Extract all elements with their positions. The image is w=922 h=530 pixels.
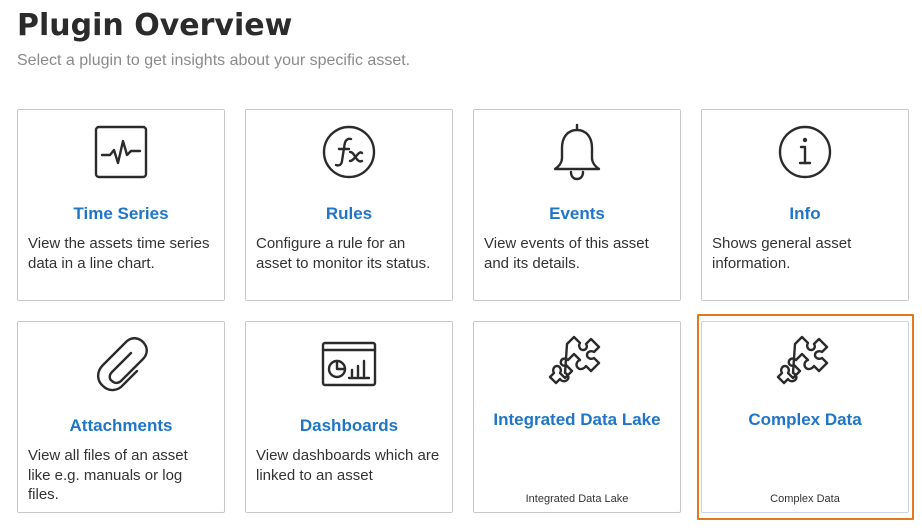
plugin-card-attachments[interactable]: Attachments View all files of an asset l… [17,321,225,513]
plugin-card-dashboards[interactable]: Dashboards View dashboards which are lin… [245,321,453,513]
rules-fx-icon [246,122,452,182]
plugin-card-integrated-data-lake[interactable]: Integrated Data Lake Integrated Data Lak… [473,321,681,513]
page-subtitle: Select a plugin to get insights about yo… [17,52,411,69]
plugin-footer-label: Integrated Data Lake [525,493,629,505]
puzzle-icon [474,330,680,390]
plugin-card-complex-data[interactable]: Complex Data Complex Data [701,321,909,513]
plugin-name[interactable]: Time Series [18,204,224,224]
plugin-description: View the assets time series data in a li… [28,235,210,272]
puzzle-icon [702,330,908,390]
plugin-description: Configure a rule for an asset to monitor… [256,235,431,272]
plugin-card-info[interactable]: Info Shows general asset information. [701,109,909,301]
plugin-name[interactable]: Info [702,204,908,224]
page-title: Plugin Overview [17,8,293,43]
plugin-name[interactable]: Events [474,204,680,224]
info-icon [702,122,908,182]
plugin-description: View dashboards which are linked to an a… [256,447,440,484]
plugin-name[interactable]: Complex Data [702,410,908,430]
plugin-description: View all files of an asset like e.g. man… [28,447,188,503]
plugin-name[interactable]: Integrated Data Lake [474,410,680,430]
plugin-card-time-series[interactable]: Time Series View the assets time series … [17,109,225,301]
plugin-description: View events of this asset and its detail… [484,235,649,272]
plugin-description: Shows general asset information. [712,235,852,272]
time-series-icon [18,122,224,182]
plugin-name[interactable]: Rules [246,204,452,224]
plugin-card-events[interactable]: Events View events of this asset and its… [473,109,681,301]
bell-icon [474,122,680,182]
plugin-name[interactable]: Attachments [18,416,224,436]
plugin-card-rules[interactable]: Rules Configure a rule for an asset to m… [245,109,453,301]
plugin-footer-label: Complex Data [770,493,840,505]
plugin-name[interactable]: Dashboards [246,416,452,436]
paperclip-icon [18,334,224,394]
dashboard-icon [246,334,452,394]
